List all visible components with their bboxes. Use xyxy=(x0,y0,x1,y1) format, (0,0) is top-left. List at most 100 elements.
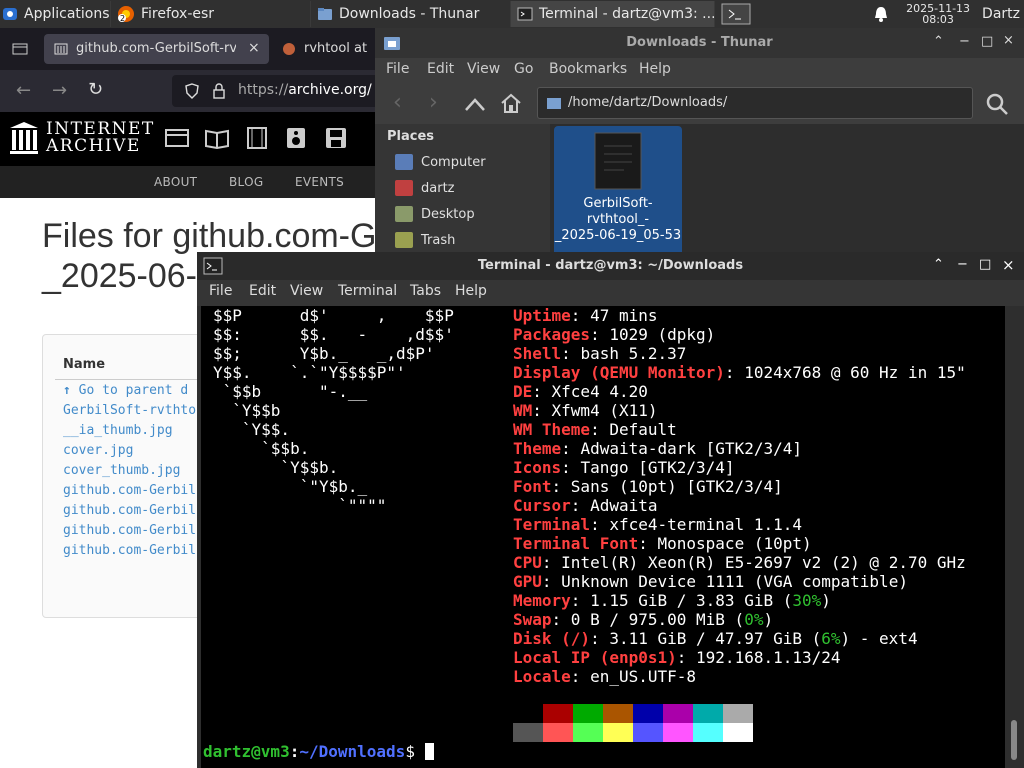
logo-line: $$: $$. - ,d$$' xyxy=(213,325,454,344)
terminal-minimize-icon[interactable]: − xyxy=(957,257,968,272)
thunar-file-view: GerbilSoft- rvthtool_- _2025-06-19_05-53 xyxy=(550,124,1024,258)
thunar-titlebar[interactable]: Downloads - Thunar ⌃ − □ × xyxy=(375,28,1024,58)
thunar-menu-file[interactable]: File xyxy=(386,61,409,77)
info-line: Theme: Adwaita-dark [GTK2/3/4] xyxy=(513,439,802,458)
thunar-menu-go[interactable]: Go xyxy=(514,61,533,77)
thunar-location-bar[interactable]: /home/dartz/Downloads/ xyxy=(537,87,973,119)
file-item-selected[interactable]: GerbilSoft- rvthtool_- _2025-06-19_05-53 xyxy=(554,126,682,258)
file-listing: Name ↑ Go to parent d GerbilSoft-rvthto … xyxy=(42,334,212,618)
taskbar-terminal[interactable]: Terminal - dartz@vm3: ... xyxy=(510,1,714,27)
thunar-menu-help[interactable]: Help xyxy=(639,61,671,77)
term-menu-edit[interactable]: Edit xyxy=(249,283,276,299)
info-value: : 3.11 GiB / 47.97 GiB ( xyxy=(590,629,822,648)
thunar-menu-bookmarks[interactable]: Bookmarks xyxy=(549,61,627,77)
file-link[interactable]: GerbilSoft-rvthto xyxy=(63,403,196,418)
file-link[interactable]: github.com-Gerbil xyxy=(63,523,196,538)
shield-icon xyxy=(185,83,199,99)
thunar-minimize-icon[interactable]: − xyxy=(959,34,970,49)
info-percent: 6% xyxy=(821,629,841,648)
tab-github[interactable]: github.com-GerbilSoft-rv × xyxy=(44,34,269,64)
audio-speaker-icon[interactable] xyxy=(285,127,307,149)
thunar-menu-edit[interactable]: Edit xyxy=(427,61,454,77)
file-link[interactable]: __ia_thumb.jpg xyxy=(63,423,173,438)
thunar-home-icon[interactable] xyxy=(500,92,522,114)
terminal-close-icon[interactable]: × xyxy=(1002,256,1015,274)
term-menu-terminal[interactable]: Terminal xyxy=(338,283,397,299)
info-line: GPU: Unknown Device 1111 (VGA compatible… xyxy=(513,572,908,591)
back-arrow-icon[interactable]: ← xyxy=(16,80,31,101)
info-tail: ) - ext4 xyxy=(840,629,918,648)
info-percent: 0% xyxy=(744,610,764,629)
info-line: Locale: en_US.UTF-8 xyxy=(513,667,696,686)
file-link[interactable]: github.com-Gerbil xyxy=(63,483,196,498)
tab-rvhtool[interactable]: rvhtool at xyxy=(276,34,380,64)
taskbar-firefox[interactable]: 2 Firefox-esr xyxy=(110,1,310,27)
term-menu-help[interactable]: Help xyxy=(455,283,487,299)
clock[interactable]: 2025-11-13 08:03 xyxy=(906,3,970,25)
thunar-close-icon[interactable]: × xyxy=(1003,33,1014,48)
rvhtool-favicon-icon xyxy=(283,43,295,55)
thunar-forward-icon[interactable]: › xyxy=(429,90,438,115)
place-computer[interactable]: Computer xyxy=(395,154,486,170)
user-menu[interactable]: Dartz xyxy=(982,6,1020,22)
place-home[interactable]: dartz xyxy=(395,180,454,196)
place-desktop[interactable]: Desktop xyxy=(395,206,475,222)
file-link[interactable]: cover_thumb.jpg xyxy=(63,463,180,478)
forward-arrow-icon[interactable]: → xyxy=(52,80,67,101)
info-line: Font: Sans (10pt) [GTK2/3/4] xyxy=(513,477,783,496)
software-disk-icon[interactable] xyxy=(325,127,347,149)
info-value: : Adwaita xyxy=(570,496,658,515)
thunar-back-icon[interactable]: ‹ xyxy=(393,90,402,115)
thunar-up-icon[interactable] xyxy=(464,94,486,114)
place-trash[interactable]: Trash xyxy=(395,232,455,248)
tab-list-icon[interactable] xyxy=(12,41,28,57)
terminal-output[interactable]: $$P d$' , $$P $$: $$. - ,d$$' $$; Y$b._ _,… xyxy=(201,306,1005,768)
info-key: Cursor xyxy=(513,496,571,515)
web-icon[interactable] xyxy=(165,127,189,149)
firefox-tab-bar: github.com-GerbilSoft-rv × rvhtool at xyxy=(0,28,380,70)
term-menu-tabs[interactable]: Tabs xyxy=(410,283,441,299)
nav-events[interactable]: EVENTS xyxy=(295,175,344,189)
term-menu-view[interactable]: View xyxy=(290,283,323,299)
palette-swatch xyxy=(633,723,663,742)
video-film-icon[interactable] xyxy=(245,127,269,149)
tab-close-icon[interactable]: × xyxy=(248,40,260,56)
file-link[interactable]: github.com-Gerbil xyxy=(63,543,196,558)
info-value: : 1029 (dpkg) xyxy=(590,325,716,344)
info-line: Disk (/): 3.11 GiB / 47.97 GiB (6%) - ex… xyxy=(513,629,918,648)
parent-link[interactable]: ↑ Go to parent d xyxy=(63,383,188,398)
info-line: Packages: 1029 (dpkg) xyxy=(513,325,715,344)
url-bar[interactable]: https://archive.org/ xyxy=(172,75,380,107)
file-link[interactable]: cover.jpg xyxy=(63,443,133,458)
term-menu-file[interactable]: File xyxy=(209,283,232,299)
info-line: Shell: bash 5.2.37 xyxy=(513,344,686,363)
url-scheme: https:// xyxy=(238,82,289,98)
file-link[interactable]: github.com-Gerbil xyxy=(63,503,196,518)
clock-time: 08:03 xyxy=(922,13,954,26)
terminal-maximize-icon[interactable]: □ xyxy=(979,257,991,272)
thunar-menu-view[interactable]: View xyxy=(467,61,500,77)
palette-swatch xyxy=(633,704,663,723)
scrollbar-thumb[interactable] xyxy=(1011,720,1017,760)
thunar-maximize-icon[interactable]: □ xyxy=(981,34,993,49)
nav-blog[interactable]: BLOG xyxy=(229,175,263,189)
taskbar-thunar[interactable]: Downloads - Thunar xyxy=(310,1,510,27)
file-name-line2: rvthtool_- xyxy=(586,212,650,227)
thunar-shade-icon[interactable]: ⌃ xyxy=(933,34,944,49)
ia-logo-icon[interactable] xyxy=(10,122,38,154)
palette-swatch xyxy=(693,723,723,742)
texts-book-icon[interactable] xyxy=(205,127,229,149)
terminal-shade-icon[interactable]: ⌃ xyxy=(933,257,944,272)
info-key: Swap xyxy=(513,610,552,629)
notification-bell-icon[interactable] xyxy=(872,5,890,23)
info-value: : Monospace (10pt) xyxy=(638,534,812,553)
thunar-search-icon[interactable] xyxy=(985,92,1009,116)
workspace-switcher[interactable] xyxy=(714,1,754,27)
home-icon xyxy=(395,180,413,196)
terminal-scrollbar[interactable] xyxy=(1005,306,1024,768)
column-header-name[interactable]: Name xyxy=(63,357,105,372)
reload-icon[interactable]: ↻ xyxy=(88,79,103,100)
terminal-titlebar[interactable]: Terminal - dartz@vm3: ~/Downloads ⌃ − □ … xyxy=(197,252,1024,280)
applications-menu[interactable]: Applications xyxy=(0,1,110,27)
nav-about[interactable]: ABOUT xyxy=(154,175,197,189)
